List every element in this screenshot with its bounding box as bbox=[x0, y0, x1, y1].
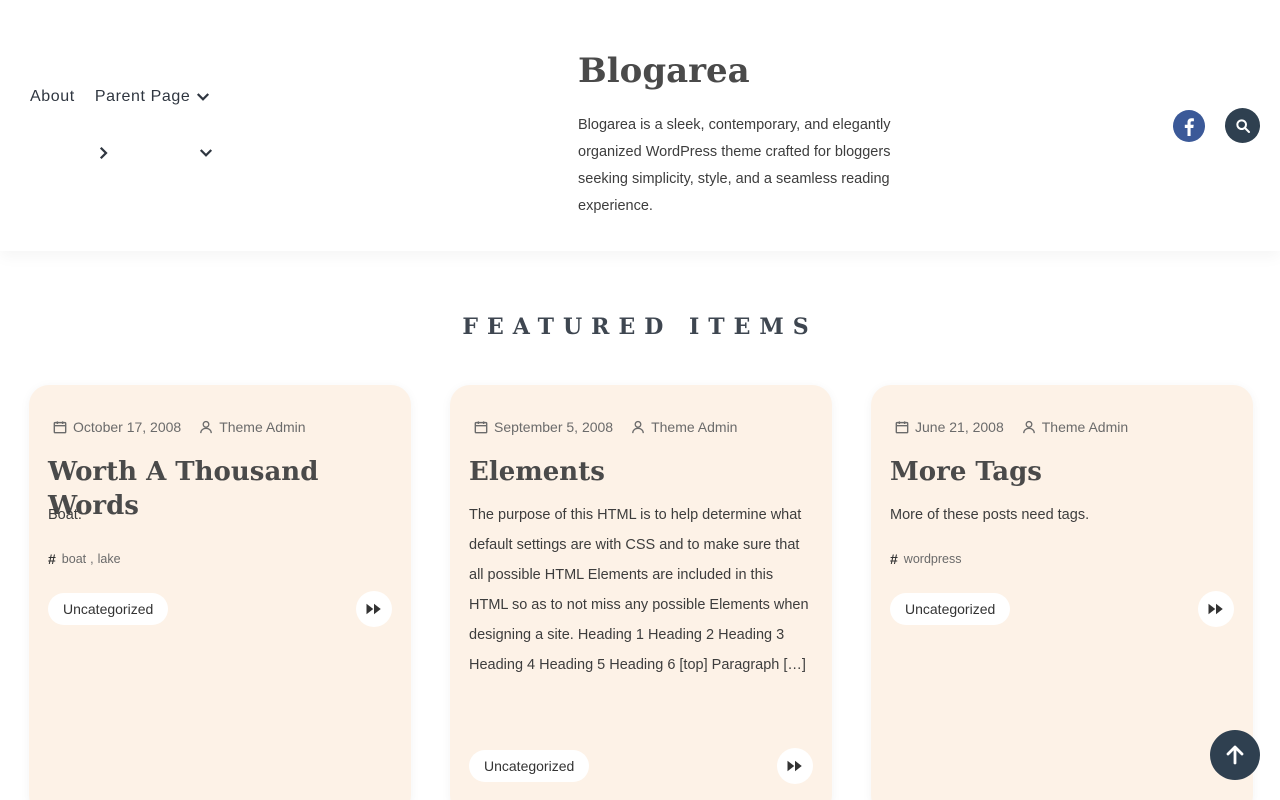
post-title[interactable]: Elements bbox=[469, 455, 605, 489]
hash-icon: # bbox=[890, 551, 898, 567]
fast-forward-icon bbox=[787, 760, 802, 772]
post-author[interactable]: Theme Admin bbox=[199, 419, 306, 435]
nav-item-label: About bbox=[30, 88, 75, 105]
nav-item-about[interactable]: About bbox=[30, 88, 75, 106]
calendar-icon bbox=[53, 421, 67, 434]
site-description: Blogarea is a sleek, contemporary, and e… bbox=[578, 117, 891, 214]
tag-link[interactable]: wordpress bbox=[904, 552, 962, 566]
tag-link[interactable]: boat bbox=[62, 552, 86, 566]
post-tags: # boat, lake bbox=[48, 551, 121, 567]
post-excerpt: The purpose of this HTML is to help dete… bbox=[469, 507, 809, 673]
calendar-icon bbox=[474, 421, 488, 434]
category-badge[interactable]: Uncategorized bbox=[890, 593, 1011, 625]
category-badge[interactable]: Uncategorized bbox=[469, 750, 590, 782]
post-date-text: October 17, 2008 bbox=[73, 419, 182, 435]
site-title[interactable]: Blogarea bbox=[578, 50, 918, 92]
calendar-icon bbox=[895, 421, 909, 434]
post-author-text: Theme Admin bbox=[1041, 419, 1129, 435]
hash-icon: # bbox=[48, 551, 56, 567]
featured-card: September 5, 2008 Theme Admin Elements T… bbox=[450, 385, 832, 800]
post-meta: June 21, 2008 Theme Admin bbox=[895, 419, 1128, 435]
user-icon bbox=[632, 420, 644, 434]
fast-forward-icon bbox=[366, 603, 381, 615]
post-date-text: June 21, 2008 bbox=[915, 419, 1004, 435]
read-more-button[interactable] bbox=[777, 748, 813, 784]
fast-forward-icon bbox=[1208, 603, 1223, 615]
chevron-right-icon bbox=[99, 146, 108, 160]
primary-nav: About Parent Page bbox=[30, 88, 212, 106]
user-icon bbox=[200, 420, 213, 434]
post-date[interactable]: June 21, 2008 bbox=[895, 419, 1004, 435]
scroll-to-top-button[interactable] bbox=[1210, 730, 1260, 780]
site-branding: Blogarea Blogarea is a sleek, contempora… bbox=[578, 50, 918, 220]
post-excerpt: Boat. bbox=[48, 507, 82, 523]
category-badge[interactable]: Uncategorized bbox=[48, 593, 169, 625]
featured-card: June 21, 2008 Theme Admin More Tags More… bbox=[871, 385, 1253, 800]
search-icon bbox=[1235, 118, 1250, 133]
post-date[interactable]: September 5, 2008 bbox=[474, 419, 613, 435]
read-more-button[interactable] bbox=[1198, 591, 1234, 627]
post-author-text: Theme Admin bbox=[219, 419, 306, 435]
chevron-down-icon[interactable] bbox=[194, 88, 212, 106]
search-button[interactable] bbox=[1225, 108, 1260, 143]
post-author[interactable]: Theme Admin bbox=[631, 419, 737, 435]
site-header: About Parent Page Blogarea Blogarea is a… bbox=[0, 0, 1280, 251]
post-author[interactable]: Theme Admin bbox=[1022, 419, 1128, 435]
tag-link[interactable]: lake bbox=[98, 552, 121, 566]
post-meta: September 5, 2008 Theme Admin bbox=[474, 419, 737, 435]
post-title[interactable]: More Tags bbox=[890, 455, 1042, 489]
post-author-text: Theme Admin bbox=[651, 419, 738, 435]
read-more-button[interactable] bbox=[356, 591, 392, 627]
nav-item-label: Parent Page bbox=[94, 88, 191, 105]
post-date[interactable]: October 17, 2008 bbox=[53, 419, 181, 435]
post-excerpt: More of these posts need tags. bbox=[890, 507, 1090, 523]
user-icon bbox=[1022, 420, 1035, 434]
post-meta: October 17, 2008 Theme Admin bbox=[53, 419, 306, 435]
arrow-up-icon bbox=[1226, 745, 1244, 765]
chevron-down-icon bbox=[199, 149, 213, 157]
featured-section-title: FEATURED ITEMS bbox=[462, 314, 818, 340]
post-date-text: September 5, 2008 bbox=[494, 419, 614, 435]
facebook-link[interactable] bbox=[1173, 110, 1205, 142]
submenu-toggle-right[interactable] bbox=[94, 144, 112, 167]
nav-item-parent-page[interactable]: Parent Page bbox=[95, 88, 213, 106]
post-tags: # wordpress bbox=[890, 551, 961, 567]
facebook-icon bbox=[1173, 110, 1205, 142]
submenu-toggle-down[interactable] bbox=[197, 144, 215, 167]
featured-card: October 17, 2008 Theme Admin Worth A Tho… bbox=[29, 385, 411, 800]
